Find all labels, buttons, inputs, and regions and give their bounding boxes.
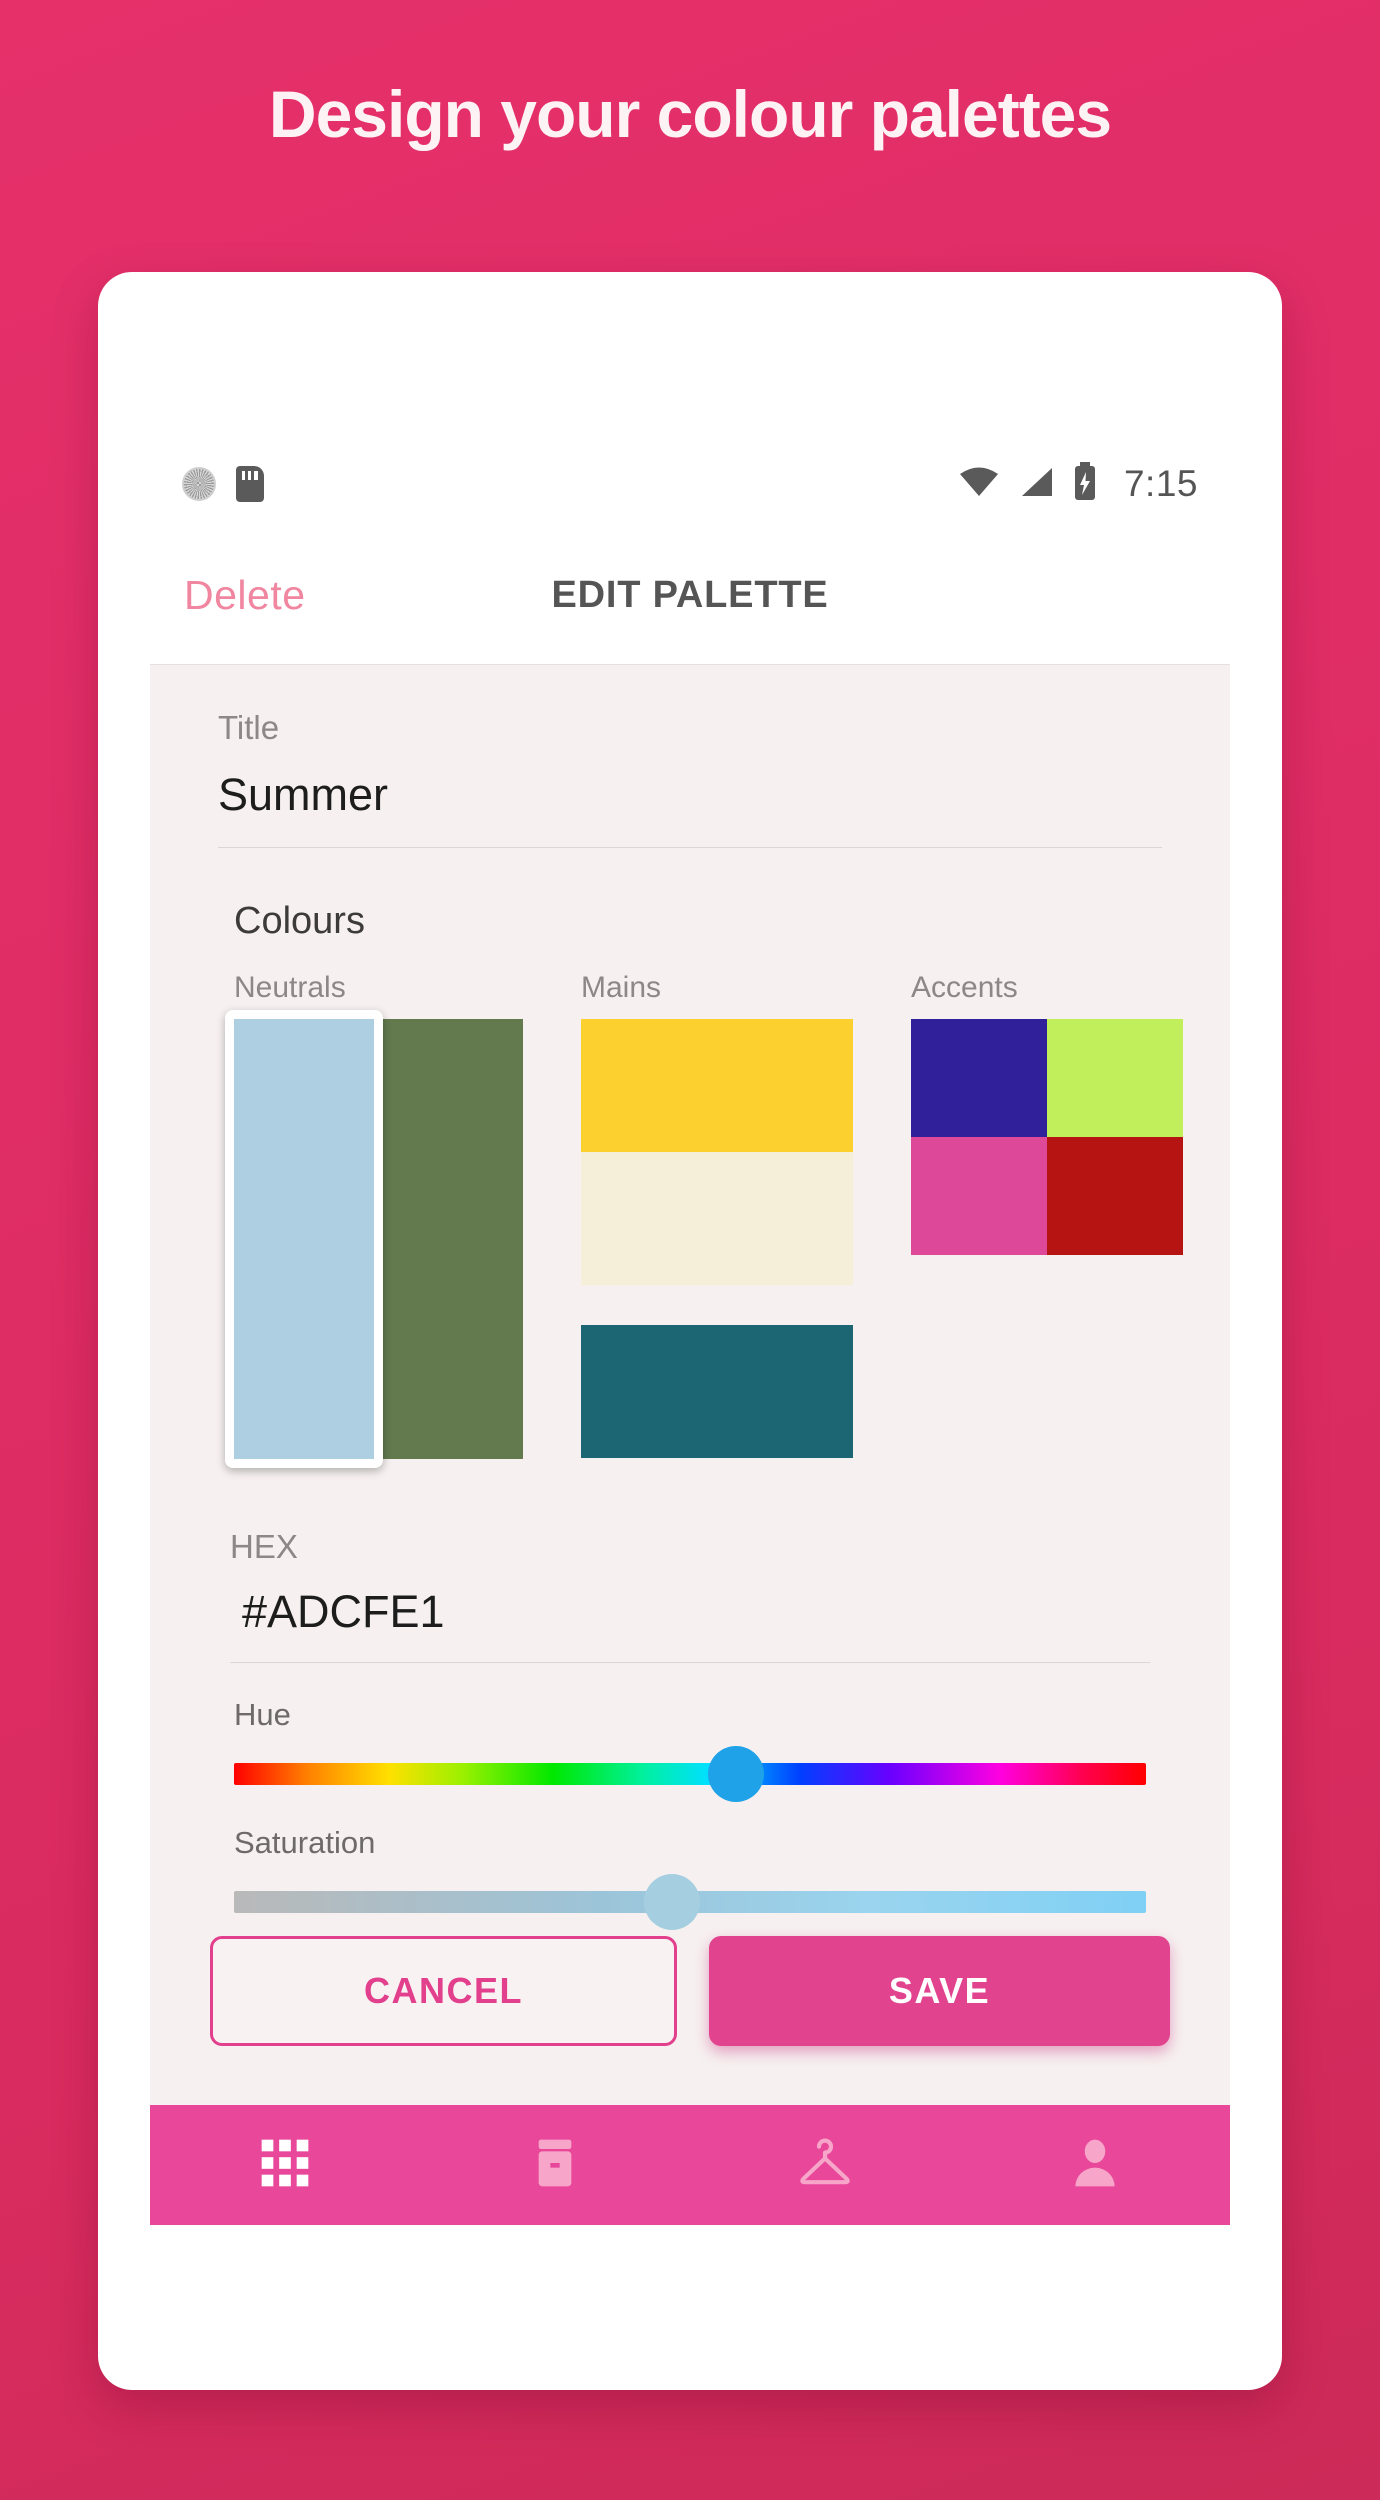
app-bar-title: EDIT PALETTE bbox=[551, 574, 829, 616]
saturation-slider-thumb[interactable] bbox=[643, 1874, 700, 1930]
swatch-accent-1[interactable] bbox=[1047, 1019, 1183, 1137]
signal-icon bbox=[1018, 466, 1054, 503]
swatch-group-mains: Mains bbox=[581, 971, 853, 1468]
wifi-icon bbox=[958, 466, 1000, 503]
swatch-accent-3[interactable] bbox=[1047, 1137, 1183, 1255]
swatch-group-accents: Accents bbox=[911, 971, 1183, 1468]
grid-icon bbox=[257, 2135, 313, 2196]
swatch-stack-mains bbox=[581, 1019, 853, 1458]
spinner-icon bbox=[182, 467, 216, 501]
swatch-accent-0[interactable] bbox=[911, 1019, 1047, 1137]
bottom-navigation-bar bbox=[150, 2105, 1230, 2225]
sdcard-icon bbox=[236, 466, 264, 502]
swatch-main-0[interactable] bbox=[581, 1019, 853, 1152]
saturation-slider-track[interactable] bbox=[234, 1874, 1146, 1930]
swatch-grid-accents bbox=[911, 1019, 1183, 1255]
status-bar-clock: 7:15 bbox=[1123, 463, 1198, 504]
action-button-row: CANCEL SAVE bbox=[210, 1936, 1170, 2046]
hanger-icon bbox=[795, 2135, 855, 2196]
delete-button[interactable]: Delete bbox=[184, 572, 306, 619]
status-bar: 7:15 bbox=[150, 441, 1230, 527]
cancel-button[interactable]: CANCEL bbox=[210, 1936, 677, 2046]
page-title: Design your colour palettes bbox=[268, 77, 1112, 151]
hue-slider-track[interactable] bbox=[234, 1746, 1146, 1802]
swatch-group-neutrals: Neutrals bbox=[225, 971, 523, 1468]
saturation-slider-block: Saturation bbox=[150, 1785, 1230, 1930]
phone-screen: 7:15 Delete EDIT PALETTE Title Summer Co… bbox=[150, 441, 1230, 2225]
archive-icon bbox=[527, 2135, 583, 2196]
title-field-label: Title bbox=[218, 709, 280, 746]
swatch-group-label-accents: Accents bbox=[911, 971, 1018, 1004]
hue-slider-block: Hue bbox=[150, 1663, 1230, 1802]
nav-item-hanger[interactable] bbox=[690, 2135, 960, 2196]
colours-section-heading: Colours bbox=[234, 900, 365, 942]
selected-swatch-wrapper bbox=[225, 1010, 383, 1468]
swatch-main-2[interactable] bbox=[581, 1325, 853, 1458]
swatch-accent-2[interactable] bbox=[911, 1137, 1047, 1255]
swatch-group-label-neutrals: Neutrals bbox=[234, 971, 346, 1004]
status-bar-left bbox=[182, 466, 264, 502]
swatch-neutral-1[interactable] bbox=[383, 1019, 523, 1459]
hex-input[interactable]: #ADCFE1 bbox=[230, 1586, 1150, 1663]
swatch-neutral-0[interactable] bbox=[234, 1019, 374, 1459]
title-input[interactable]: Summer bbox=[218, 769, 1162, 848]
status-bar-right: 7:15 bbox=[958, 461, 1198, 507]
nav-item-grid[interactable] bbox=[150, 2135, 420, 2196]
swatch-main-1[interactable] bbox=[581, 1152, 853, 1285]
screen-content: Title Summer Colours Neutrals Mains Acce… bbox=[150, 665, 1230, 1930]
hex-field: HEX #ADCFE1 bbox=[150, 1468, 1230, 1663]
save-button[interactable]: SAVE bbox=[709, 1936, 1170, 2046]
person-icon bbox=[1067, 2135, 1123, 2196]
swatch-group-label-mains: Mains bbox=[581, 971, 662, 1004]
swatch-stack-neutrals bbox=[225, 1010, 523, 1468]
hue-slider-thumb[interactable] bbox=[707, 1746, 764, 1802]
nav-item-archive[interactable] bbox=[420, 2135, 690, 2196]
hue-slider-label: Hue bbox=[234, 1697, 291, 1732]
swatch-area: Neutrals Mains Accents bbox=[150, 943, 1230, 1468]
app-bar: Delete EDIT PALETTE bbox=[150, 527, 1230, 665]
title-field: Title Summer bbox=[150, 665, 1230, 848]
battery-charging-icon bbox=[1072, 461, 1098, 507]
nav-item-profile[interactable] bbox=[960, 2135, 1230, 2196]
saturation-slider-label: Saturation bbox=[234, 1825, 376, 1860]
hex-field-label: HEX bbox=[230, 1528, 298, 1565]
